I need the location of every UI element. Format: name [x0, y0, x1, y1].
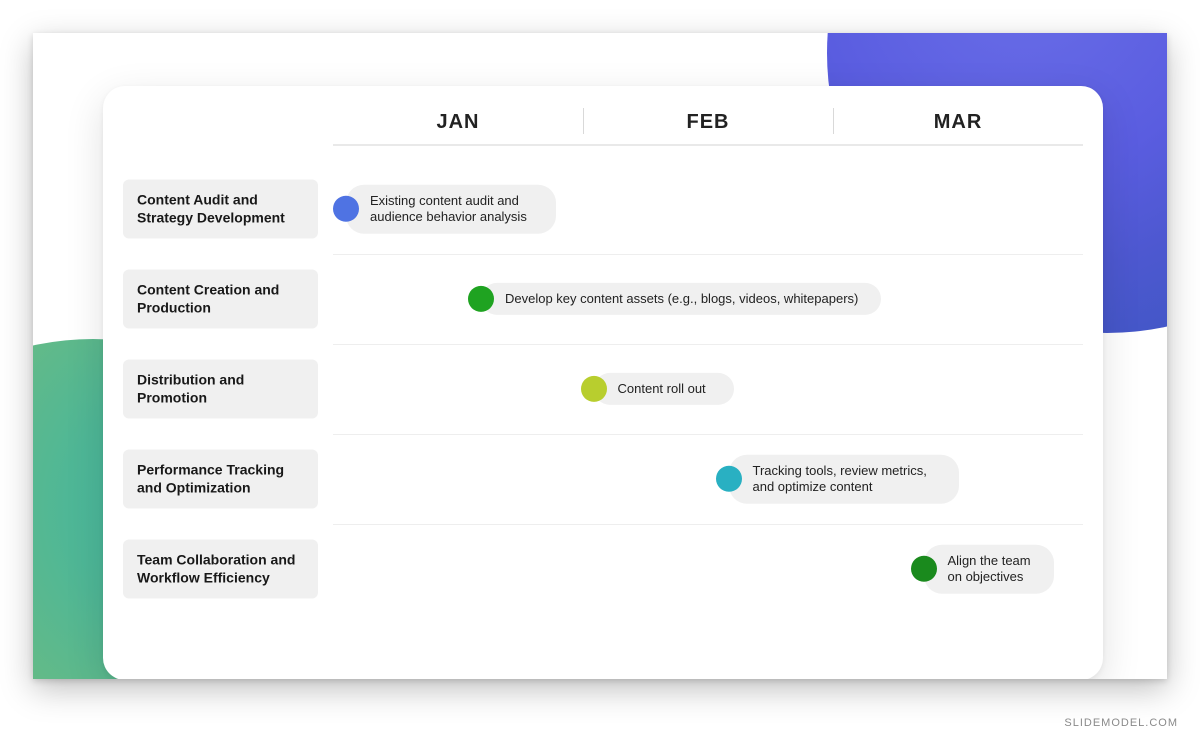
row-track: Align the team on objectives	[333, 524, 1083, 614]
month-header-jan: JAN	[333, 98, 583, 144]
slide-canvas: JAN FEB MAR Content Audit and Strategy D…	[33, 33, 1167, 679]
task-item: Align the team on objectives	[911, 545, 1054, 594]
timeline-row: Content Audit and Strategy Development E…	[123, 164, 1083, 254]
watermark: SLIDEMODEL.COM	[1064, 717, 1178, 729]
task-label: Tracking tools, review metrics, and opti…	[729, 455, 959, 504]
milestone-dot-icon	[468, 286, 494, 312]
row-label: Content Audit and Strategy Development	[123, 180, 318, 239]
month-header-row: JAN FEB MAR	[333, 98, 1083, 146]
timeline-rows: Content Audit and Strategy Development E…	[123, 164, 1083, 660]
row-track: Existing content audit and audience beha…	[333, 164, 1083, 254]
row-label: Team Collaboration and Workflow Efficien…	[123, 540, 318, 599]
task-label: Align the team on objectives	[924, 545, 1054, 594]
task-item: Existing content audit and audience beha…	[333, 185, 556, 234]
timeline-card: JAN FEB MAR Content Audit and Strategy D…	[103, 86, 1103, 679]
timeline-row: Team Collaboration and Workflow Efficien…	[123, 524, 1083, 614]
row-label: Distribution and Promotion	[123, 360, 318, 419]
task-item: Develop key content assets (e.g., blogs,…	[468, 283, 881, 315]
month-header-feb: FEB	[583, 98, 833, 144]
task-label: Existing content audit and audience beha…	[346, 185, 556, 234]
timeline-row: Content Creation and Production Develop …	[123, 254, 1083, 344]
row-track: Tracking tools, review metrics, and opti…	[333, 434, 1083, 524]
row-track: Develop key content assets (e.g., blogs,…	[333, 254, 1083, 344]
month-header-mar: MAR	[833, 98, 1083, 144]
timeline-row: Performance Tracking and Optimization Tr…	[123, 434, 1083, 524]
row-label: Content Creation and Production	[123, 270, 318, 329]
milestone-dot-icon	[581, 376, 607, 402]
task-item: Tracking tools, review metrics, and opti…	[716, 455, 959, 504]
task-item: Content roll out	[581, 373, 734, 405]
task-label: Content roll out	[594, 373, 734, 405]
task-label: Develop key content assets (e.g., blogs,…	[481, 283, 881, 315]
timeline-row: Distribution and Promotion Content roll …	[123, 344, 1083, 434]
row-track: Content roll out	[333, 344, 1083, 434]
row-label: Performance Tracking and Optimization	[123, 450, 318, 509]
